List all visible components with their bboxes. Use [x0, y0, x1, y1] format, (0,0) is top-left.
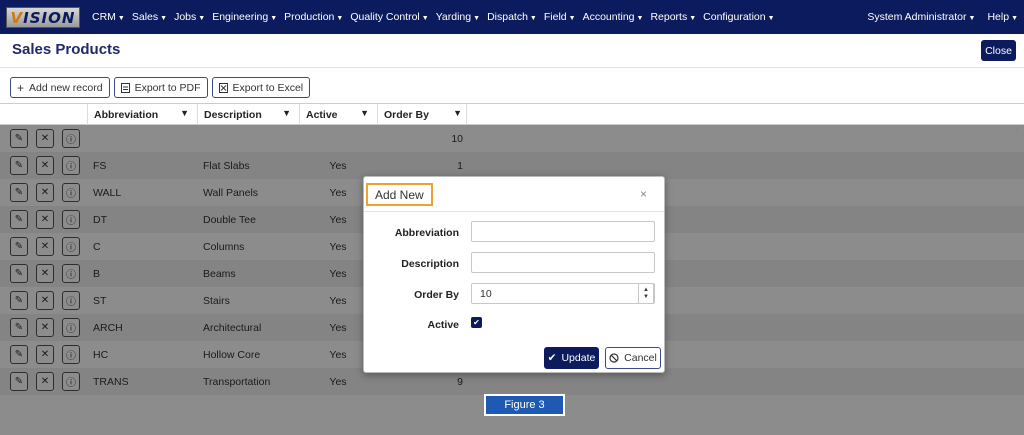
chevron-down-icon: ▼ [270, 15, 278, 22]
help-menu[interactable]: Help ▼ [987, 11, 1018, 23]
add-new-dialog: Add New × Abbreviation Description Order… [363, 176, 665, 373]
logo-text: VISION [10, 8, 76, 27]
order-by-value: 10 [480, 287, 492, 300]
page-title: Sales Products [12, 41, 121, 58]
nav-item-engineering[interactable]: Engineering ▼ [212, 11, 277, 23]
header-divider [0, 67, 1024, 68]
filter-icon[interactable]: ▼ [360, 108, 369, 118]
chevron-down-icon: ▼ [689, 15, 697, 22]
chevron-down-icon: ▼ [767, 15, 775, 22]
stepper-spinner[interactable]: ▲ ▼ [638, 283, 654, 304]
nav-item-label: Configuration [703, 11, 766, 23]
chevron-down-icon: ▼ [636, 15, 644, 22]
ban-icon [609, 353, 619, 363]
nav-item-accounting[interactable]: Accounting ▼ [583, 11, 644, 23]
dialog-divider [364, 211, 664, 212]
chevron-down-icon: ▼ [968, 15, 976, 22]
nav-item-label: Yarding [435, 11, 472, 23]
export-pdf-label: Export to PDF [134, 81, 201, 94]
order-by-label: Order By [414, 289, 459, 301]
export-excel-label: Export to Excel [232, 81, 304, 94]
update-button[interactable]: ✔ Update [544, 347, 599, 369]
close-icon[interactable]: × [640, 187, 647, 201]
scroll-up-icon[interactable]: ▲ [1013, 127, 1020, 134]
column-header-abbreviation[interactable]: Abbreviation ▼ [87, 104, 197, 125]
chevron-down-icon: ▼ [529, 15, 537, 22]
cancel-label: Cancel [624, 352, 657, 364]
nav-item-quality-control[interactable]: Quality Control ▼ [350, 11, 428, 23]
plus-icon: + [17, 80, 25, 95]
chevron-down-icon: ▼ [421, 15, 429, 22]
column-header-label: Description [204, 108, 262, 121]
column-header-label: Active [306, 108, 338, 121]
file-excel-icon [218, 82, 228, 93]
nav-item-yarding[interactable]: Yarding ▼ [436, 11, 480, 23]
grid-header-row: Abbreviation ▼ Description ▼ Active ▼ Order… [0, 103, 1024, 125]
chevron-down-icon: ▼ [473, 15, 481, 22]
user-menu-area: System Administrator ▼ Help ▼ [867, 0, 1018, 34]
abbreviation-label: Abbreviation [394, 227, 459, 239]
nav-item-label: Reports [650, 11, 688, 23]
column-header-order-by[interactable]: Order By ▼ [377, 104, 467, 125]
nav-item-label: Quality Control [350, 11, 420, 23]
nav-item-label: Sales [131, 11, 159, 23]
checkmark-icon: ✔ [547, 352, 557, 364]
nav-item-label: Production [284, 11, 335, 23]
help-label: Help [987, 11, 1010, 23]
user-menu[interactable]: System Administrator ▼ [867, 11, 975, 23]
nav-item-field[interactable]: Field ▼ [544, 11, 576, 23]
update-label: Update [561, 352, 596, 364]
abbreviation-input[interactable] [471, 221, 655, 242]
filter-icon[interactable]: ▼ [282, 108, 291, 118]
nav-item-label: Engineering [212, 11, 269, 23]
chevron-down-icon: ▼ [117, 15, 125, 22]
dialog-title: Add New [366, 183, 433, 206]
description-label: Description [401, 258, 459, 270]
cancel-button[interactable]: Cancel [605, 347, 661, 369]
column-header-active[interactable]: Active ▼ [299, 104, 377, 125]
filter-icon[interactable]: ▼ [180, 108, 189, 118]
nav-item-crm[interactable]: CRM ▼ [92, 11, 125, 23]
nav-item-label: CRM [92, 11, 116, 23]
add-new-record-button[interactable]: + Add new record [10, 77, 110, 98]
nav-item-label: Dispatch [487, 11, 528, 23]
main-menu: CRM ▼ Sales ▼ Jobs ▼ Engineering ▼ Production ▼ Qu… [92, 0, 775, 34]
column-header-description[interactable]: Description ▼ [197, 104, 299, 125]
nav-item-label: Jobs [174, 11, 197, 23]
nav-item-dispatch[interactable]: Dispatch ▼ [487, 11, 537, 23]
nav-item-reports[interactable]: Reports ▼ [650, 11, 696, 23]
figure-label: Figure 3 [484, 394, 565, 416]
filter-icon[interactable]: ▼ [453, 108, 462, 118]
nav-item-production[interactable]: Production ▼ [284, 11, 343, 23]
stepper-down-icon[interactable]: ▼ [643, 294, 649, 301]
nav-item-configuration[interactable]: Configuration ▼ [703, 11, 774, 23]
active-label: Active [427, 319, 459, 331]
description-input[interactable] [471, 252, 655, 273]
active-checkbox[interactable]: ✔ [471, 317, 482, 328]
column-header-label: Abbreviation [94, 108, 159, 121]
user-name: System Administrator [867, 11, 967, 23]
vision-logo[interactable]: VISION [6, 7, 80, 28]
nav-item-sales[interactable]: Sales ▼ [132, 11, 167, 23]
export-excel-button[interactable]: Export to Excel [211, 77, 311, 98]
checkmark-icon: ✔ [473, 318, 480, 327]
nav-item-label: Accounting [582, 11, 635, 23]
chevron-down-icon: ▼ [336, 15, 344, 22]
top-navbar: VISION CRM ▼ Sales ▼ Jobs ▼ Engineering ▼ Produc… [0, 0, 1024, 34]
nav-item-jobs[interactable]: Jobs ▼ [174, 11, 205, 23]
chevron-down-icon: ▼ [1011, 15, 1018, 22]
export-pdf-button[interactable]: Export to PDF [113, 77, 208, 98]
chevron-down-icon: ▼ [198, 15, 206, 22]
chevron-down-icon: ▼ [568, 15, 576, 22]
column-header-label: Order By [384, 108, 429, 121]
close-button[interactable]: Close [981, 40, 1016, 61]
add-new-record-label: Add new record [29, 81, 103, 94]
nav-item-label: Field [543, 11, 567, 23]
grid-toolbar: + Add new record Export to PDF Export to… [10, 77, 311, 98]
file-pdf-icon [120, 82, 130, 93]
chevron-down-icon: ▼ [160, 15, 168, 22]
order-by-stepper[interactable]: 10 ▲ ▼ [471, 283, 655, 304]
stepper-up-icon[interactable]: ▲ [643, 287, 649, 294]
